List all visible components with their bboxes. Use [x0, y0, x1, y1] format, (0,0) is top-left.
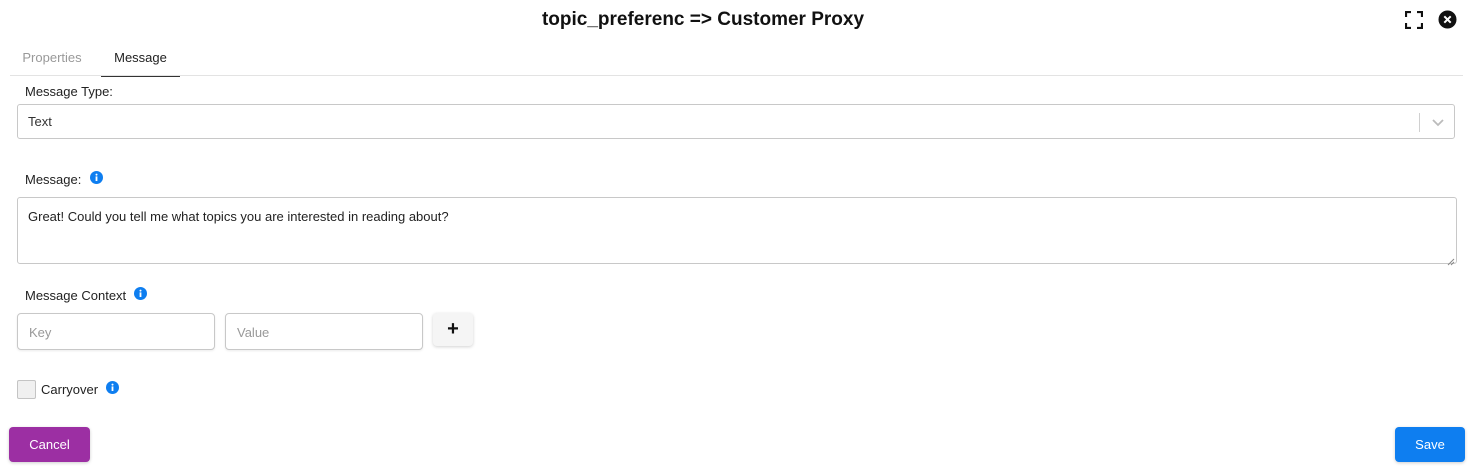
close-icon[interactable]: [1438, 10, 1457, 29]
save-button[interactable]: Save: [1395, 427, 1465, 462]
resize-handle-icon[interactable]: [1446, 253, 1455, 266]
carryover-label: Carryover: [41, 382, 99, 397]
chevron-down-icon[interactable]: [1431, 116, 1445, 128]
dialog-title: topic_preferenc => Customer Proxy: [541, 9, 865, 30]
add-context-button[interactable]: +: [433, 313, 473, 346]
message-type-value: Text: [28, 114, 52, 129]
tab-properties[interactable]: Properties: [10, 44, 94, 75]
message-textarea[interactable]: Great! Could you tell me what topics you…: [17, 197, 1457, 266]
message-context-label: Message Context: [25, 288, 127, 303]
message-type-label: Message Type:: [25, 84, 113, 99]
context-value-placeholder: Value: [237, 325, 270, 340]
carryover-checkbox[interactable]: [17, 380, 36, 399]
message-text: Great! Could you tell me what topics you…: [28, 209, 449, 224]
expand-icon[interactable]: [1404, 10, 1424, 30]
info-icon[interactable]: [106, 381, 119, 394]
select-separator: [1419, 113, 1420, 132]
message-type-select[interactable]: Text: [17, 104, 1455, 139]
context-key-placeholder: Key: [29, 325, 52, 340]
context-value-input[interactable]: Value: [225, 313, 423, 350]
tab-message[interactable]: Message: [101, 44, 180, 77]
info-icon[interactable]: [134, 287, 147, 300]
tab-bar: Properties Message: [10, 44, 1463, 77]
message-label: Message:: [25, 172, 82, 187]
info-icon[interactable]: [90, 171, 103, 184]
context-key-input[interactable]: Key: [17, 313, 215, 350]
cancel-button[interactable]: Cancel: [9, 427, 90, 462]
